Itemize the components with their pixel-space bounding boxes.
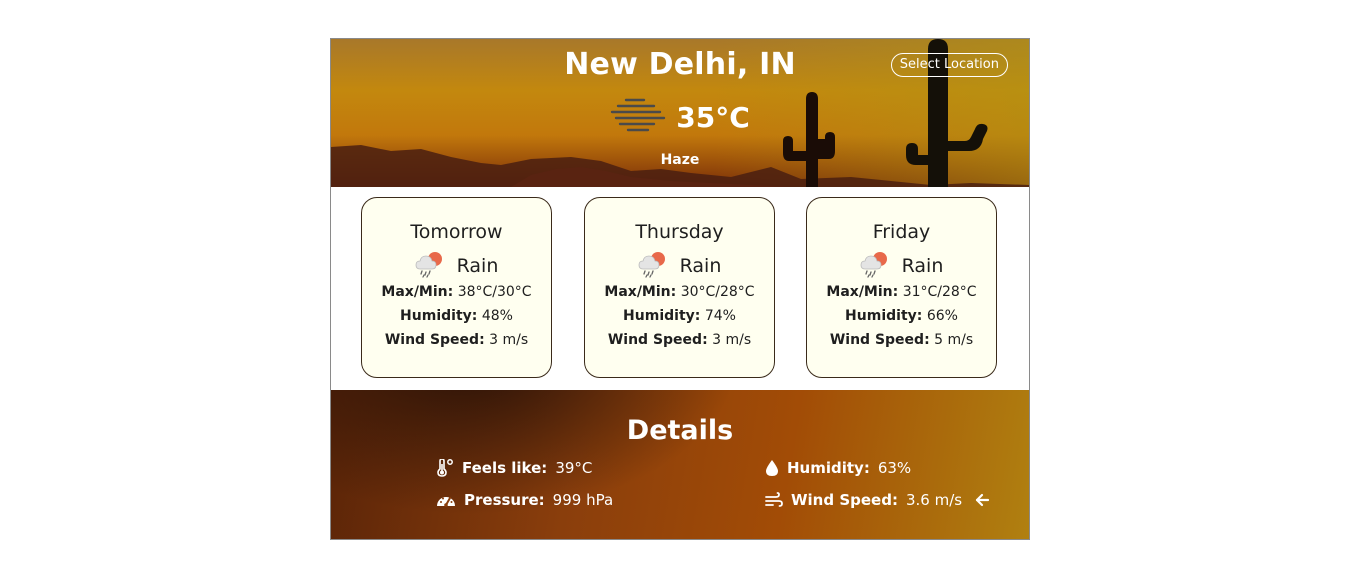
forecast-condition-row: Rain [807,250,996,283]
forecast-wind-speed: Wind Speed: 5 m/s [829,332,974,348]
wind-speed-value: 3.6 m/s [905,491,963,509]
weather-app: New Delhi, IN Select Location 35°C Haze [330,38,1030,540]
details-section: Details Feels like: 39°C Humidity: 63% P… [331,390,1029,539]
feels-like-label: Feels like: [462,459,548,477]
gauge-icon [436,492,456,508]
humidity-metric: Humidity: 63% [765,459,911,477]
rain-cloud-icon [415,250,445,283]
forecast-card-tomorrow: Tomorrow Rain Max/Min: 38°C/30°C Humidit… [361,197,552,378]
current-temperature-row: 35°C [331,97,1029,137]
rain-cloud-icon [638,250,668,283]
arrow-left-icon [974,493,990,507]
pressure-metric: Pressure: 999 hPa [436,491,613,509]
forecast-humidity: Humidity: 48% [400,308,513,324]
details-title: Details [626,415,734,446]
forecast-humidity: Humidity: 74% [623,308,736,324]
water-drop-icon [765,459,779,477]
forecast-maxmin: Max/Min: 30°C/28°C [604,284,755,300]
forecast-card-friday: Friday Rain Max/Min: 31°C/28°C Humidity:… [806,197,997,378]
forecast-day: Thursday [635,221,724,243]
current-weather-header: New Delhi, IN Select Location 35°C Haze [331,39,1029,187]
feels-like-value: 39°C [555,459,593,477]
forecast-wind-speed: Wind Speed: 3 m/s [607,332,752,348]
forecast-maxmin: Max/Min: 38°C/30°C [381,284,532,300]
forecast-condition: Rain [456,255,499,277]
select-location-button[interactable]: Select Location [890,53,1008,77]
wind-speed-label: Wind Speed: [791,491,898,509]
forecast-day: Friday [872,221,931,243]
forecast-condition-row: Rain [585,250,774,283]
forecast-card-thursday: Thursday Rain Max/Min: 30°C/28°C Humidit… [584,197,775,378]
current-temperature: 35°C [676,100,750,134]
pressure-label: Pressure: [464,491,545,509]
forecast-humidity: Humidity: 66% [845,308,958,324]
current-condition: Haze [660,152,700,168]
wind-icon [765,492,783,508]
thermometer-icon [436,459,454,477]
feels-like-metric: Feels like: 39°C [436,459,592,477]
haze-icon [610,97,666,137]
wind-speed-metric: Wind Speed: 3.6 m/s [765,491,990,509]
pressure-value: 999 hPa [552,491,614,509]
forecast-day: Tomorrow [410,221,503,243]
forecast-maxmin: Max/Min: 31°C/28°C [826,284,977,300]
humidity-label: Humidity: [787,459,870,477]
rain-cloud-icon [860,250,890,283]
forecast-section: Tomorrow Rain Max/Min: 38°C/30°C Humidit… [331,187,1029,390]
forecast-condition: Rain [901,255,944,277]
forecast-condition: Rain [679,255,722,277]
forecast-condition-row: Rain [362,250,551,283]
humidity-value: 63% [877,459,912,477]
forecast-wind-speed: Wind Speed: 3 m/s [384,332,529,348]
